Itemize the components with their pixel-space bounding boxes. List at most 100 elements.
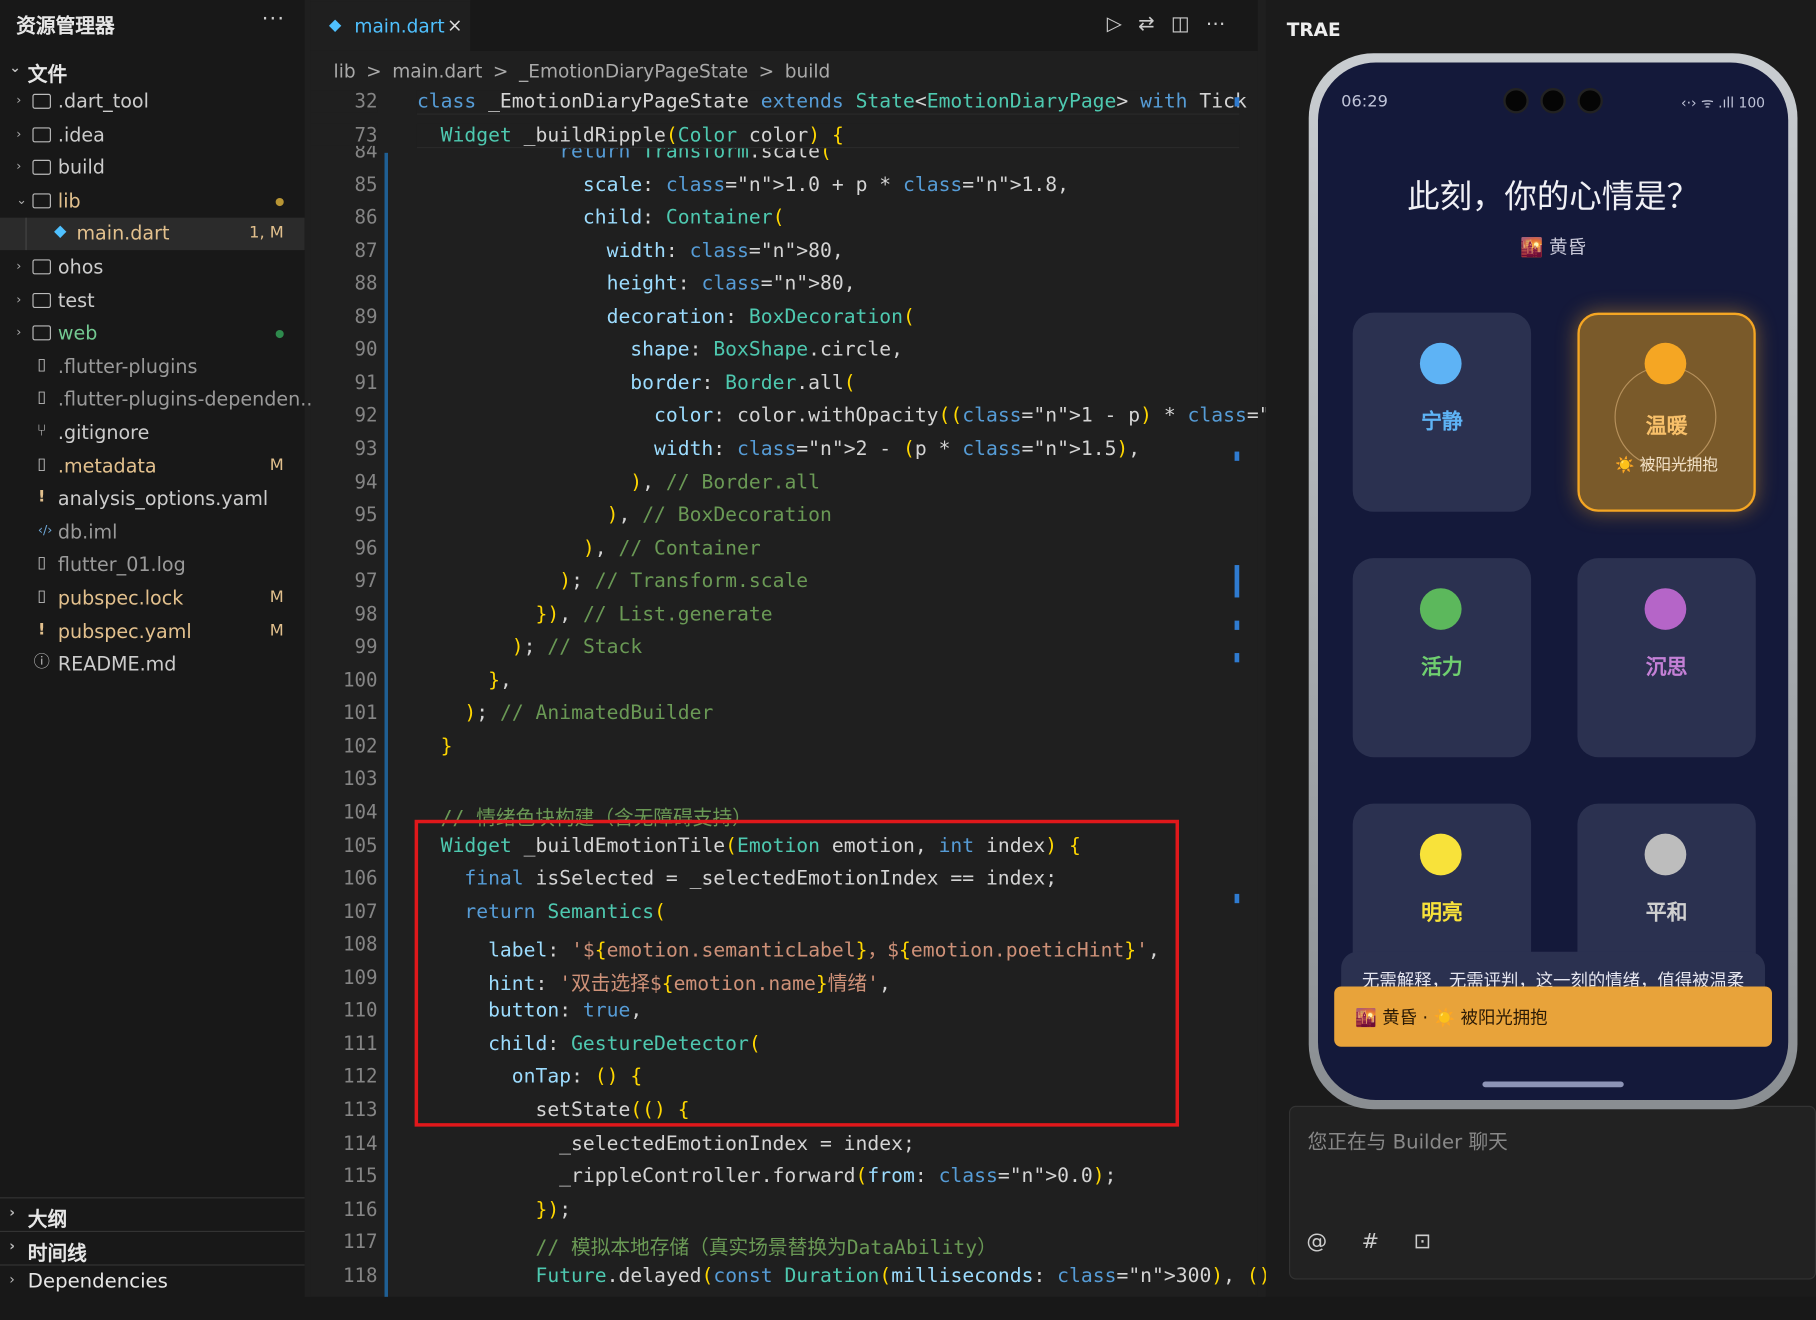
code-line[interactable]: _selectedEmotionIndex = index; [417, 1132, 915, 1155]
scrollbar[interactable] [1234, 93, 1240, 1251]
tree-item-label: flutter_01.log [57, 553, 186, 576]
emotion-label: 温暖 [1645, 414, 1688, 439]
code-line[interactable]: }, [417, 669, 512, 692]
line-number: 98 [354, 602, 378, 625]
compare-icon[interactable]: ⇄ [1138, 13, 1171, 36]
tree-item-gitignore[interactable]: ⑂ .gitignore [0, 417, 305, 449]
close-icon[interactable]: × [447, 14, 463, 36]
git-icon: ⑂ [36, 421, 47, 441]
code-line[interactable]: Future.delayed(const Duration(millisecon… [417, 1264, 1294, 1287]
tree-item-main-dart[interactable]: ◆ main.dart 1, M [0, 218, 305, 251]
line-number: 32 [310, 90, 378, 113]
explorer-title: 资源管理器 [16, 15, 115, 39]
line-number: 95 [354, 503, 378, 526]
dependencies-section-header[interactable]: › Dependencies [0, 1268, 305, 1298]
breadcrumb-file[interactable]: main.dart [392, 60, 482, 82]
line-number: 110 [343, 999, 378, 1022]
line-number: 96 [354, 536, 378, 559]
code-line[interactable]: } [417, 735, 453, 758]
more-actions-icon[interactable]: ⋯ [1206, 13, 1242, 36]
tree-item-lib[interactable]: ⌄ lib [0, 185, 305, 217]
sticky-scroll-line[interactable]: class _EmotionDiaryPageState extends Sta… [416, 90, 1247, 115]
clock: 06:29 [1341, 92, 1388, 112]
tree-item-build[interactable]: › build [0, 152, 305, 184]
more-actions-icon[interactable]: ··· [262, 7, 285, 31]
run-debug-icon[interactable]: ▷ [1107, 13, 1138, 36]
emotion-tile-1[interactable]: 宁静 [1352, 312, 1532, 512]
code-line[interactable]: }); [417, 1198, 571, 1221]
code-line[interactable]: // 模拟本地存储（真实场景替换为DataAbility） [417, 1231, 996, 1260]
breadcrumb-method[interactable]: build [785, 60, 831, 82]
chevron-right-icon: › [9, 1237, 16, 1255]
line-number: 107 [343, 900, 378, 923]
modified-dot [275, 197, 284, 206]
yaml-icon: ! [37, 487, 46, 507]
line-number: 86 [354, 206, 378, 229]
phone-emulator: 06:29 ‹·› ᯤ .ıll 100 此刻，你的心情是？ 🌇 黄昏 宁静 温暖… [1308, 53, 1798, 1110]
tree-item-label: pubspec.yaml [57, 620, 192, 643]
code-line[interactable]: height: class="n">80, [417, 272, 856, 295]
tree-item-label: ohos [57, 255, 104, 278]
emotion-label: 活力 [1421, 655, 1463, 680]
line-number: 97 [354, 569, 378, 592]
info-icon: ⓘ [33, 653, 50, 672]
chat-input[interactable]: 您正在与 Builder 聊天 @ # ⊡ [1289, 1105, 1816, 1280]
file-icon: ▯ [37, 587, 47, 606]
breadcrumb-separator: > [758, 60, 775, 83]
tab-main-dart[interactable]: ◆ main.dart × [310, 0, 471, 51]
code-line[interactable]: }), // List.generate [417, 603, 772, 626]
toast-banner: 🌇 黄昏 · ☀️ 被阳光拥抱 [1334, 986, 1772, 1047]
emotion-tile-3[interactable]: 活力 [1352, 558, 1532, 758]
chevron-right-icon: › [16, 258, 22, 274]
line-number: 89 [354, 305, 378, 328]
timeline-section-header[interactable]: › 时间线 [0, 1234, 305, 1266]
tree-item-flutter-plugins[interactable]: ▯ .flutter-plugins [0, 351, 305, 383]
code-line[interactable]: width: class="n">2 - (p * class="n">1.5)… [417, 438, 1140, 461]
tree-item-flutter-plugins-dependen[interactable]: ▯ .flutter-plugins-dependen... [0, 384, 318, 416]
chat-tools[interactable]: @ # ⊡ [1306, 1230, 1445, 1254]
tree-item-label: .dart_tool [57, 90, 149, 113]
code-line[interactable]: decoration: BoxDecoration( [417, 305, 915, 328]
tree-item-label: analysis_options.yaml [57, 487, 269, 510]
code-line[interactable]: ), // Container [417, 537, 761, 560]
code-line[interactable]: ), // BoxDecoration [417, 504, 832, 527]
tree-item-idea[interactable]: › .idea [0, 119, 305, 151]
tree-item-pubspec-lock[interactable]: ▯ pubspec.lock M [0, 582, 305, 614]
sticky-scroll-line[interactable]: Widget _buildRipple(Color color) { [416, 123, 1240, 148]
emotion-tile-4[interactable]: 沉思 [1577, 558, 1756, 758]
code-line[interactable]: ); // Stack [417, 636, 642, 659]
breadcrumb-class[interactable]: _EmotionDiaryPageState [519, 60, 748, 82]
split-editor-icon[interactable]: ◫ [1171, 13, 1206, 36]
files-section-header[interactable]: ⌄ 文件 [0, 56, 305, 87]
line-number: 109 [343, 966, 378, 989]
code-line[interactable]: width: class="n">80, [417, 239, 844, 262]
chevron-down-icon: ⌄ [9, 59, 21, 76]
file-icon: ▯ [37, 388, 47, 407]
tree-item-metadata[interactable]: ▯ .metadata M [0, 450, 305, 482]
tree-item-analysis-options-yaml[interactable]: ! analysis_options.yaml [0, 483, 305, 515]
tree-item-flutter-01-log[interactable]: ▯ flutter_01.log [0, 549, 305, 581]
tree-item-web[interactable]: › web [0, 317, 305, 349]
tree-item-ohos[interactable]: › ohos [0, 251, 305, 283]
tree-item-dart-tool[interactable]: › .dart_tool [0, 86, 305, 118]
tree-item-test[interactable]: › test [0, 284, 305, 316]
code-line[interactable]: _rippleController.forward(from: class="n… [417, 1165, 1116, 1188]
code-line[interactable]: border: Border.all( [417, 372, 855, 395]
code-line[interactable]: child: Container( [417, 206, 785, 229]
code-line[interactable]: ), // Border.all [417, 471, 820, 494]
code-line[interactable]: ); // AnimatedBuilder [417, 702, 713, 725]
tree-item-db-iml[interactable]: ‹/› db.iml [0, 516, 305, 548]
breadcrumb-lib[interactable]: lib [334, 60, 356, 82]
tree-item-pubspec-yaml[interactable]: ! pubspec.yaml M [0, 616, 305, 648]
emotion-tile-2[interactable]: 温暖 ☀️ 被阳光拥抱 [1577, 312, 1756, 512]
emotion-hint: ☀️ 被阳光拥抱 [1615, 456, 1718, 475]
code-line[interactable]: color: color.withOpacity((class="n">1 - … [417, 405, 1365, 428]
indent-guide [384, 152, 388, 1300]
code-line[interactable]: shape: BoxShape.circle, [417, 338, 903, 361]
outline-section-header[interactable]: › 大纲 [0, 1201, 305, 1232]
tree-item-readme-md[interactable]: ⓘ README.md [0, 649, 305, 681]
code-line[interactable]: ); // Transform.scale [417, 570, 808, 593]
line-number: 104 [343, 801, 378, 824]
home-indicator[interactable] [1482, 1081, 1624, 1088]
code-line[interactable]: scale: class="n">1.0 + p * class="n">1.8… [417, 173, 1069, 196]
